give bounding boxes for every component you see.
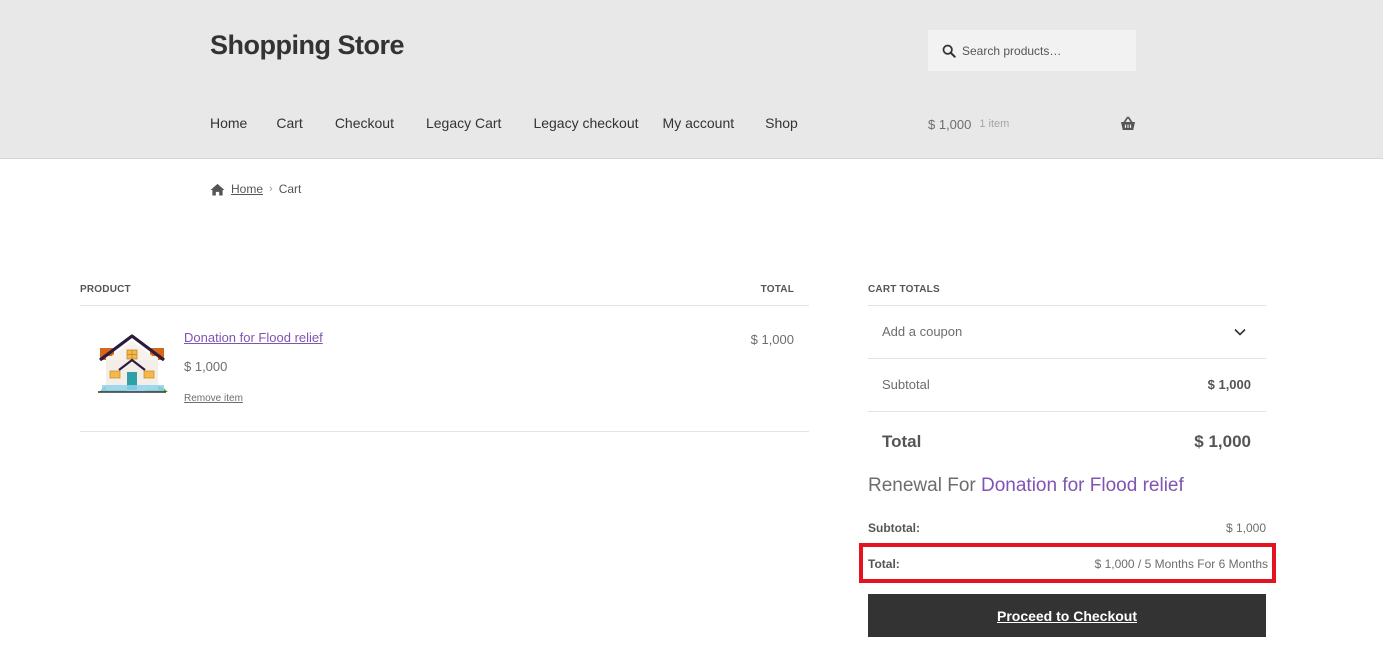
renewal-total-row: Total: $ 1,000 / 5 Months For 6 Months [859,543,1276,583]
cart-totals-heading: CART TOTALS [868,280,1266,306]
renewal-subtotal-value: $ 1,000 [1225,521,1266,535]
search-input[interactable] [962,43,1122,58]
renewal-total-value: $ 1,000 / 5 Months For 6 Months [1094,557,1268,571]
nav-cart[interactable]: Cart [276,115,302,131]
coupon-label: Add a coupon [882,324,963,339]
breadcrumb-home[interactable]: Home [231,182,263,196]
cart-table: PRODUCT TOTAL Donation for Flood relief … [80,280,809,432]
renewal-product-link[interactable]: Donation for Flood relief [981,475,1184,496]
search-icon [942,44,956,58]
column-header-total: TOTAL [760,284,794,295]
renewal-subtotal-row: Subtotal: $ 1,000 [868,521,1266,539]
subtotal-value: $ 1,000 [1207,377,1251,392]
chevron-down-icon[interactable] [1234,328,1246,336]
product-thumbnail[interactable] [92,330,172,400]
home-icon [210,183,225,196]
site-header: Shopping Store Home Cart Checkout Legacy… [0,0,1383,159]
basket-icon[interactable] [1120,116,1136,132]
nav-legacy-cart[interactable]: Legacy Cart [426,115,501,131]
nav-shop[interactable]: Shop [765,115,798,131]
product-name-link[interactable]: Donation for Flood relief [184,330,323,345]
renewal-total-label: Total: [868,557,900,571]
search-box[interactable] [928,30,1136,71]
proceed-to-checkout-button[interactable]: Proceed to Checkout [868,594,1266,637]
renewal-subtotal-label: Subtotal: [868,521,920,535]
header-cart-count: 1 item [979,118,1010,130]
header-cart[interactable]: $ 1,000 1 item [928,115,1136,133]
total-row: Total $ 1,000 [868,412,1266,472]
breadcrumb-current: Cart [278,182,302,196]
renewal-prefix: Renewal For [868,475,976,496]
cart-table-header: PRODUCT TOTAL [80,280,809,306]
cart-totals: CART TOTALS Add a coupon Subtotal $ 1,00… [868,280,1266,472]
nav-checkout[interactable]: Checkout [335,115,394,131]
total-value: $ 1,000 [1194,432,1251,451]
nav-legacy-checkout[interactable]: Legacy checkout [533,115,638,131]
nav-home[interactable]: Home [210,115,247,131]
coupon-toggle[interactable]: Add a coupon [868,306,1266,359]
product-price: $ 1,000 [184,359,228,374]
breadcrumb-separator-icon: › [269,183,273,195]
subtotal-row: Subtotal $ 1,000 [868,359,1266,412]
breadcrumb: Home › Cart [210,182,301,196]
product-line-total: $ 1,000 [750,332,794,347]
nav-my-account[interactable]: My account [663,115,735,131]
total-label: Total [882,432,922,451]
site-title[interactable]: Shopping Store [210,30,404,61]
subtotal-label: Subtotal [882,377,930,392]
table-row: Donation for Flood relief $ 1,000 Remove… [80,306,809,432]
renewal-title: Renewal For Donation for Flood relief [868,475,1184,497]
header-cart-amount: $ 1,000 [928,116,972,132]
main-nav: Home Cart Checkout Legacy Cart Legacy ch… [210,115,798,131]
column-header-product: PRODUCT [80,284,131,295]
remove-item-link[interactable]: Remove item [184,393,243,404]
